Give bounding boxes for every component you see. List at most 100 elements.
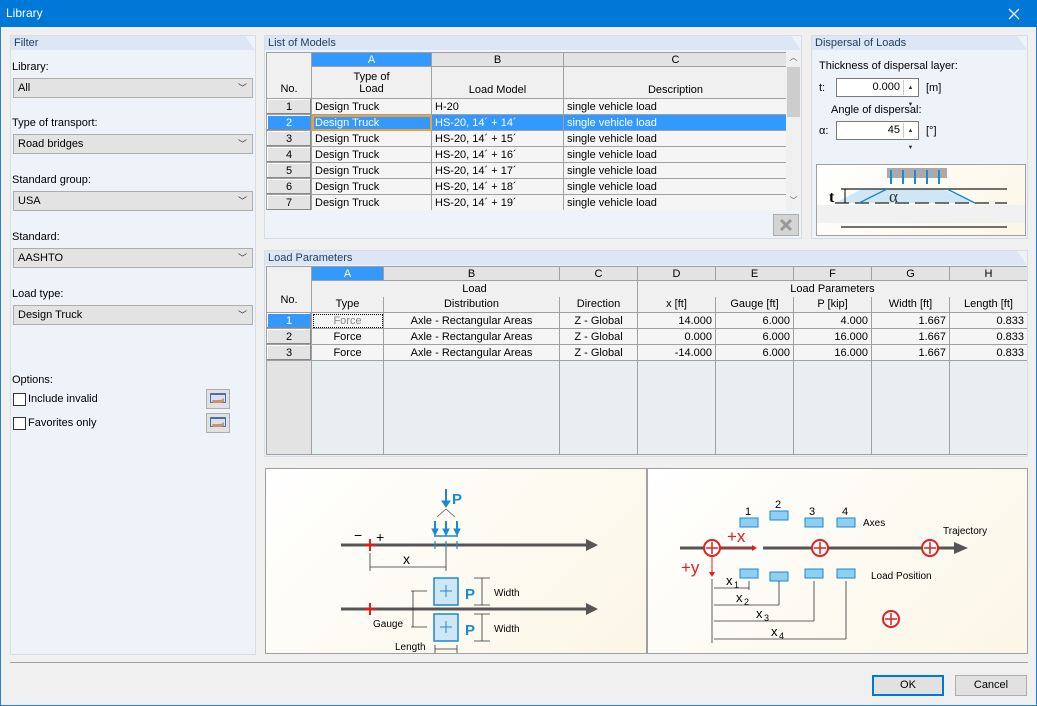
type-cell[interactable]: Design Truck	[311, 114, 432, 131]
row-number[interactable]: 3	[266, 130, 312, 147]
p-label: P	[452, 491, 462, 508]
direction-cell[interactable]: Z - Global	[559, 344, 638, 361]
description-cell[interactable]: single vehicle load	[563, 114, 786, 131]
description-cell[interactable]: single vehicle load	[563, 130, 786, 147]
row-number[interactable]: 6	[266, 178, 312, 195]
length-cell[interactable]: 0.833	[949, 312, 1027, 329]
scroll-down-icon[interactable]: ﹀	[786, 195, 801, 210]
col-letter-e[interactable]: E	[715, 266, 794, 281]
width-cell[interactable]: 1.667	[871, 344, 950, 361]
favorites-only-info-button[interactable]	[206, 413, 230, 433]
model-cell[interactable]: HS-20, 14´ + 14´	[431, 114, 564, 131]
row-number[interactable]: 1	[266, 98, 312, 115]
x-cell[interactable]: -14.000	[637, 344, 716, 361]
type-cell[interactable]: Design Truck	[311, 98, 432, 115]
model-row[interactable]: 4 Design Truck HS-20, 14´ + 16´ single v…	[266, 146, 786, 163]
param-row[interactable]: 3 Force Axle - Rectangular Areas Z - Glo…	[266, 344, 1027, 361]
model-cell[interactable]: HS-20, 14´ + 17´	[431, 162, 564, 179]
col-letter-g[interactable]: G	[871, 266, 950, 281]
col-letter-b[interactable]: B	[431, 52, 564, 67]
row-number[interactable]: 4	[266, 146, 312, 163]
p-cell[interactable]: 16.000	[793, 328, 872, 345]
scroll-thumb[interactable]	[787, 67, 800, 117]
type-cell[interactable]: Design Truck	[311, 178, 432, 195]
model-row[interactable]: 7 Design Truck HS-20, 14´ + 19´ single v…	[266, 194, 786, 210]
row-number[interactable]: 7	[266, 194, 312, 210]
spin-arrows-icon[interactable]: ▲ ▼	[903, 80, 917, 108]
angle-input[interactable]: 45 ▲ ▼	[836, 121, 919, 151]
model-row[interactable]: 3 Design Truck HS-20, 14´ + 15´ single v…	[266, 130, 786, 147]
model-cell[interactable]: HS-20, 14´ + 18´	[431, 178, 564, 195]
description-cell[interactable]: single vehicle load	[563, 178, 786, 195]
p-cell[interactable]: 4.000	[793, 312, 872, 329]
direction-cell[interactable]: Z - Global	[559, 312, 638, 329]
description-cell[interactable]: single vehicle load	[563, 146, 786, 163]
type-cell[interactable]: Design Truck	[311, 162, 432, 179]
model-cell[interactable]: HS-20, 14´ + 16´	[431, 146, 564, 163]
model-row[interactable]: 2 Design Truck HS-20, 14´ + 14´ single v…	[266, 114, 786, 131]
transport-label: Type of transport:	[12, 117, 98, 129]
ok-button[interactable]: OK	[872, 675, 944, 696]
model-cell[interactable]: HS-20, 14´ + 19´	[431, 194, 564, 210]
empty-area	[266, 360, 1027, 455]
col-letter-d[interactable]: D	[637, 266, 716, 281]
model-cell[interactable]: HS-20, 14´ + 15´	[431, 130, 564, 147]
type-cell[interactable]: Force	[311, 312, 384, 329]
row-number[interactable]: 2	[266, 114, 312, 131]
gauge-cell[interactable]: 6.000	[715, 328, 794, 345]
row-number[interactable]: 5	[266, 162, 312, 179]
col-letter-c[interactable]: C	[563, 52, 786, 67]
col-letter-a[interactable]: A	[311, 52, 432, 67]
width-cell[interactable]: 1.667	[871, 328, 950, 345]
col-letter-b[interactable]: B	[383, 266, 560, 281]
favorites-only-checkbox[interactable]	[13, 417, 26, 430]
col-letter-a[interactable]: A	[311, 266, 384, 281]
transport-select[interactable]: Road bridges ﹀	[13, 134, 253, 154]
type-cell[interactable]: Design Truck	[311, 146, 432, 163]
model-row[interactable]: 6 Design Truck HS-20, 14´ + 18´ single v…	[266, 178, 786, 195]
delete-model-button[interactable]	[773, 214, 799, 236]
standard-select[interactable]: AASHTO ﹀	[13, 248, 253, 268]
type-cell[interactable]: Force	[311, 328, 384, 345]
row-number[interactable]: 3	[266, 344, 312, 361]
col-letter-c[interactable]: C	[559, 266, 638, 281]
model-row[interactable]: 1 Design Truck H-20 single vehicle load	[266, 98, 786, 115]
type-cell[interactable]: Force	[311, 344, 384, 361]
gauge-cell[interactable]: 6.000	[715, 344, 794, 361]
direction-cell[interactable]: Z - Global	[559, 328, 638, 345]
width-cell[interactable]: 1.667	[871, 312, 950, 329]
standard-group-select[interactable]: USA ﹀	[13, 191, 253, 211]
distribution-cell[interactable]: Axle - Rectangular Areas	[383, 312, 560, 329]
cancel-button[interactable]: Cancel	[955, 675, 1027, 696]
length-cell[interactable]: 0.833	[949, 328, 1027, 345]
scroll-up-icon[interactable]: ︿	[786, 52, 801, 67]
x-cell[interactable]: 14.000	[637, 312, 716, 329]
type-cell[interactable]: Design Truck	[311, 194, 432, 210]
x-cell[interactable]: 0.000	[637, 328, 716, 345]
row-number[interactable]: 1	[266, 312, 312, 329]
include-invalid-info-button[interactable]	[206, 389, 230, 409]
type-cell[interactable]: Design Truck	[311, 130, 432, 147]
load-type-select[interactable]: Design Truck ﹀	[13, 305, 253, 325]
include-invalid-checkbox[interactable]	[13, 393, 26, 406]
description-cell[interactable]: single vehicle load	[563, 194, 786, 210]
length-cell[interactable]: 0.833	[949, 344, 1027, 361]
distribution-cell[interactable]: Axle - Rectangular Areas	[383, 344, 560, 361]
distribution-cell[interactable]: Axle - Rectangular Areas	[383, 328, 560, 345]
models-scrollbar[interactable]: ︿ ﹀	[786, 52, 801, 210]
gauge-cell[interactable]: 6.000	[715, 312, 794, 329]
close-button[interactable]	[991, 0, 1037, 27]
library-select[interactable]: All ﹀	[13, 78, 253, 98]
param-row[interactable]: 1 Force Axle - Rectangular Areas Z - Glo…	[266, 312, 1027, 329]
description-cell[interactable]: single vehicle load	[563, 98, 786, 115]
col-letter-h[interactable]: H	[949, 266, 1027, 281]
param-row[interactable]: 2 Force Axle - Rectangular Areas Z - Glo…	[266, 328, 1027, 345]
col-letter-f[interactable]: F	[793, 266, 872, 281]
description-cell[interactable]: single vehicle load	[563, 162, 786, 179]
p-cell[interactable]: 16.000	[793, 344, 872, 361]
model-row[interactable]: 5 Design Truck HS-20, 14´ + 17´ single v…	[266, 162, 786, 179]
thickness-input[interactable]: 0.000 ▲ ▼	[836, 78, 919, 108]
model-cell[interactable]: H-20	[431, 98, 564, 115]
spin-arrows-icon[interactable]: ▲ ▼	[903, 123, 917, 151]
row-number[interactable]: 2	[266, 328, 312, 345]
